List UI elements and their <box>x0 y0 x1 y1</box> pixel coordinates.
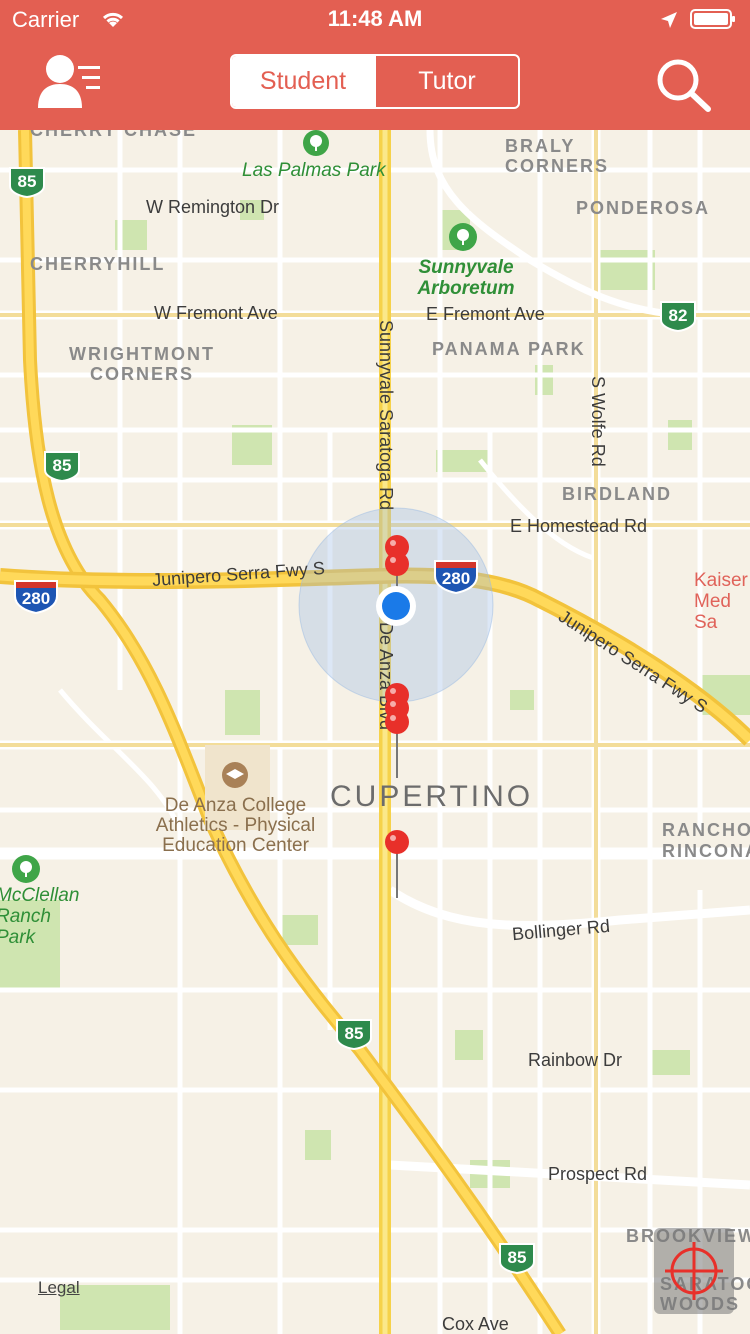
hospital-label: Kaiser Med Sa <box>694 570 748 633</box>
tutor-pin[interactable] <box>383 830 413 900</box>
street-label: S Wolfe Rd <box>588 376 608 467</box>
park-label: Las Palmas Park <box>242 160 386 181</box>
battery-icon <box>690 9 735 29</box>
highway-85-shield: 85 <box>497 1242 537 1275</box>
profile-menu-icon[interactable] <box>36 52 106 112</box>
area-label: PONDEROSA <box>576 198 711 218</box>
city-label: CUPERTINO <box>330 780 534 813</box>
street-label: W Fremont Ave <box>154 303 278 323</box>
area-label: RANCHO RINCONADA <box>662 820 750 861</box>
map-view[interactable]: CHERRY CHASE BRALY CORNERS PONDEROSA CHE… <box>0 130 750 1334</box>
segment-student[interactable]: Student <box>232 56 374 107</box>
location-arrow-icon <box>661 12 677 28</box>
poi-label: De Anza College Athletics - Physical Edu… <box>155 795 316 856</box>
nav-header: Carrier 11:48 AM Student Tutor <box>0 0 750 130</box>
legal-link[interactable]: Legal <box>38 1278 80 1298</box>
highway-82-shield: 82 <box>658 300 698 333</box>
park-label: McClellan Ranch Park <box>0 885 80 948</box>
area-label: CHERRY CHASE <box>30 130 198 140</box>
role-segmented-control: Student Tutor <box>230 54 520 109</box>
street-label: E Fremont Ave <box>426 304 545 324</box>
highway-85-shield: 85 <box>334 1018 374 1051</box>
highway-85-shield: 85 <box>7 166 47 199</box>
map-roads <box>0 130 750 1334</box>
highway-85-shield: 85 <box>42 450 82 483</box>
interstate-280-shield: 280 <box>432 558 480 595</box>
street-label: Prospect Rd <box>548 1164 648 1184</box>
street-label: Sunnyvale Saratoga Rd <box>376 320 396 511</box>
street-label: Cox Ave <box>442 1314 509 1334</box>
crosshair-icon <box>665 1242 723 1300</box>
area-label: PANAMA PARK <box>432 339 586 359</box>
segment-tutor[interactable]: Tutor <box>374 56 518 107</box>
interstate-280-shield: 280 <box>12 578 60 615</box>
locate-me-button[interactable] <box>654 1228 734 1314</box>
status-time: 11:48 AM <box>327 6 423 31</box>
area-label: BRALY CORNERS <box>505 136 610 176</box>
search-icon[interactable] <box>652 56 714 114</box>
park-label: Sunnyvale Arboretum <box>417 257 515 299</box>
street-label: Rainbow Dr <box>528 1050 623 1070</box>
street-label: E Homestead Rd <box>510 516 648 536</box>
status-bar: Carrier 11:48 AM <box>0 0 750 40</box>
area-label: CHERRYHILL <box>30 254 166 274</box>
user-location-dot <box>376 586 416 626</box>
street-label: W Remington Dr <box>146 197 280 217</box>
area-label: WRIGHTMONT CORNERS <box>69 344 215 384</box>
area-label: BIRDLAND <box>562 484 672 504</box>
tutor-pin[interactable] <box>383 710 413 780</box>
